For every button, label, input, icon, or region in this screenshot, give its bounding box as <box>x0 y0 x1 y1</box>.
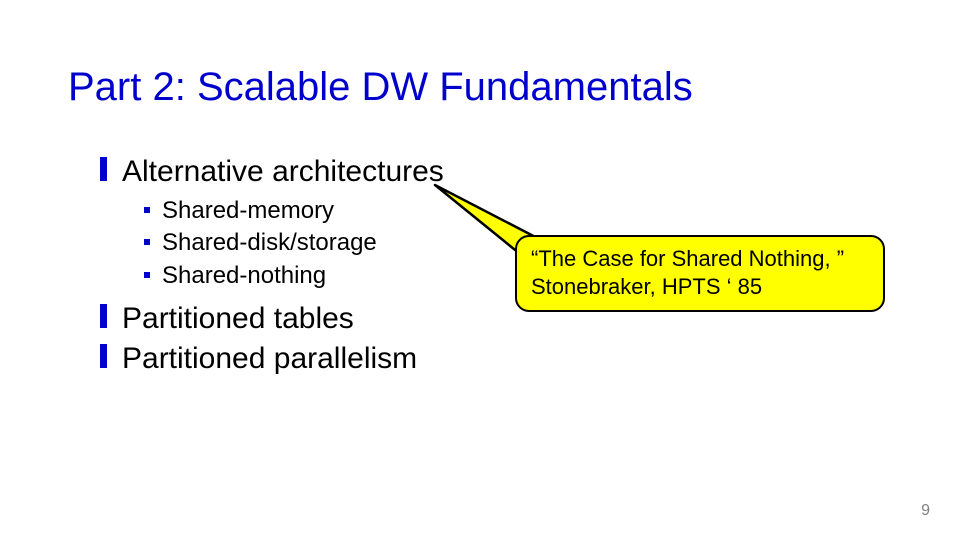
page-number: 9 <box>921 502 930 520</box>
sub-bullet-shared-disk: Shared-disk/storage <box>144 227 444 259</box>
callout-box: “The Case for Shared Nothing, ” Stonebra… <box>515 235 885 312</box>
sub-bullet-list: Shared-memory Shared-disk/storage Shared… <box>144 195 444 292</box>
bullet-marker-icon <box>100 304 107 328</box>
sub-bullet-shared-memory: Shared-memory <box>144 195 444 227</box>
callout-line-1: “The Case for Shared Nothing, ” <box>531 246 844 271</box>
bullet-label: Partitioned tables <box>122 302 354 335</box>
bullet-alternative-architectures: Alternative architectures <box>100 155 444 189</box>
slide-body: Alternative architectures Shared-memory … <box>100 155 444 382</box>
bullet-partitioned-tables: Partitioned tables <box>100 302 444 336</box>
sub-bullet-label: Shared-nothing <box>162 262 326 289</box>
slide-title: Part 2: Scalable DW Fundamentals <box>68 65 693 110</box>
sub-bullet-label: Shared-disk/storage <box>162 229 377 256</box>
sub-bullet-marker-icon <box>144 207 150 213</box>
bullet-label: Alternative architectures <box>122 155 444 188</box>
bullet-label: Partitioned parallelism <box>122 342 417 375</box>
sub-bullet-marker-icon <box>144 272 150 278</box>
bullet-partitioned-parallelism: Partitioned parallelism <box>100 342 444 376</box>
sub-bullet-marker-icon <box>144 239 150 245</box>
sub-bullet-label: Shared-memory <box>162 197 334 224</box>
sub-bullet-shared-nothing: Shared-nothing <box>144 260 444 292</box>
callout-line-2: Stonebraker, HPTS ‘ 85 <box>531 274 762 299</box>
bullet-marker-icon <box>100 157 107 181</box>
bullet-marker-icon <box>100 344 107 368</box>
